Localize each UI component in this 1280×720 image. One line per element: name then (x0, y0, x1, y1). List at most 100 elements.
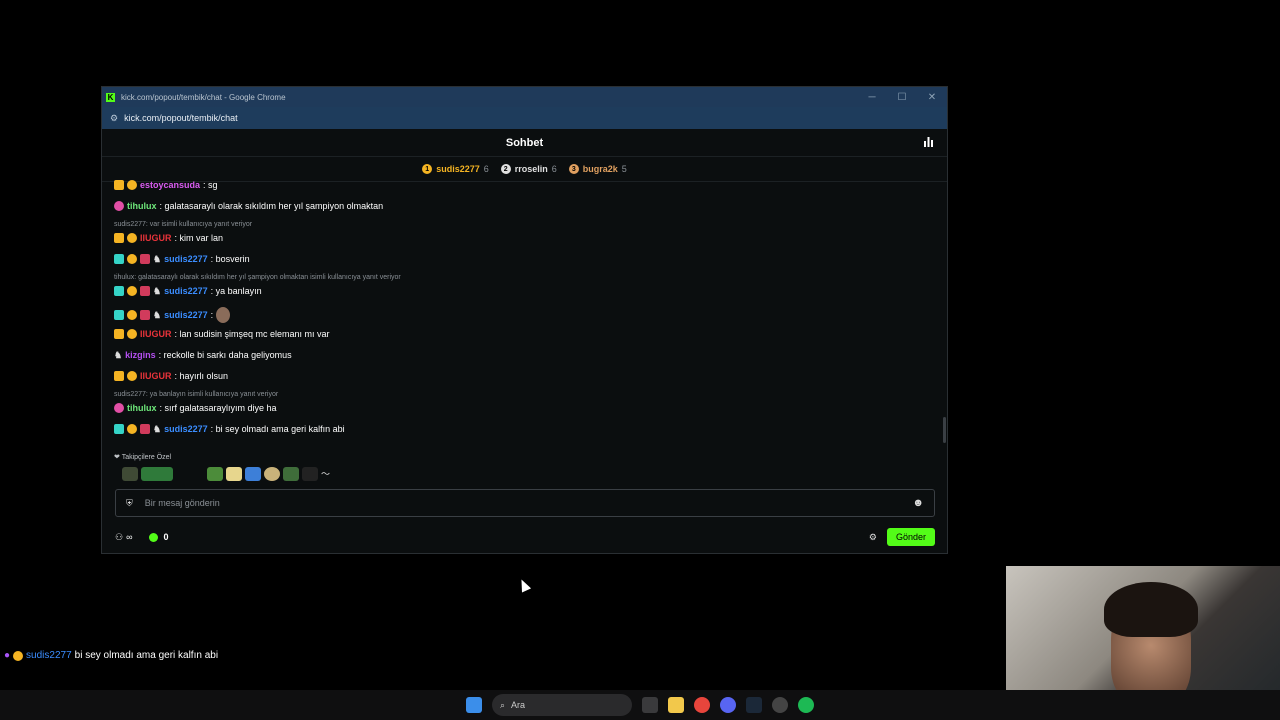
crown-badge-icon (114, 180, 124, 190)
chat-message[interactable]: IIUGUR: lan sudisin şimşeq mc elemanı mı… (114, 329, 330, 339)
windows-start-icon[interactable] (466, 697, 482, 713)
spotify-icon[interactable] (798, 697, 814, 713)
moderator-badge-icon: ♞ (114, 350, 123, 360)
chat-message[interactable]: ♞ sudis2277: bi sey olmadı ama geri kalf… (114, 424, 345, 434)
steam-icon[interactable] (746, 697, 762, 713)
chat-input[interactable] (142, 497, 913, 509)
coin-badge-icon (127, 254, 137, 264)
settings-gear-icon[interactable]: ⚙ (869, 532, 877, 543)
username[interactable]: IIUGUR (140, 329, 172, 339)
crown-badge-icon (114, 329, 124, 339)
reply-context: tihulux: galatasaraylı olarak sıkıldım h… (114, 274, 401, 281)
file-explorer-icon[interactable] (668, 697, 684, 713)
coin-badge-icon (13, 650, 24, 661)
window-title: kick.com/popout/tembik/chat - Google Chr… (121, 92, 286, 102)
chrome-icon[interactable] (694, 697, 710, 713)
subscriber-badge-icon (114, 286, 124, 296)
gifter-name: bugra2k (582, 164, 618, 174)
browser-window: K kick.com/popout/tembik/chat - Google C… (101, 86, 948, 554)
search-label: Ara (511, 700, 526, 710)
username[interactable]: sudis2277 (164, 310, 208, 320)
subscriber-badge-icon (114, 310, 124, 320)
subscriber-badge-icon (114, 403, 124, 413)
message-text: : ya banlayın (210, 286, 262, 296)
discord-icon[interactable] (720, 697, 736, 713)
title-bar: K kick.com/popout/tembik/chat - Google C… (102, 87, 947, 107)
message-text: : galatasaraylı olarak sıkıldım her yıl … (159, 201, 384, 211)
gifter-3[interactable]: 3 bugra2k 5 (568, 164, 627, 174)
gifter-2[interactable]: 2 rroselin 6 (500, 164, 557, 174)
username[interactable]: sudis2277 (164, 286, 208, 296)
emote[interactable] (302, 467, 318, 481)
emote-face (216, 307, 231, 323)
stream-chat-overlay: ● sudis2277 bi sey olmadı ama geri kalfı… (4, 650, 218, 661)
gift-badge-icon (140, 310, 150, 320)
emote[interactable]: 〜 (321, 467, 337, 481)
emote[interactable] (122, 467, 138, 481)
chat-message[interactable]: IIUGUR: kim var lan (114, 233, 223, 243)
username[interactable]: tihulux (127, 403, 157, 413)
sub-badge-icon: ● (4, 650, 11, 661)
chat-message[interactable]: ♞ sudis2277: ya banlayın (114, 286, 262, 296)
username[interactable]: tihulux (127, 201, 157, 211)
moderator-badge-icon: ♞ (153, 424, 162, 434)
emoji-icon[interactable]: ☻ (912, 497, 924, 509)
user-list-icon[interactable] (924, 137, 933, 147)
medal-icon: 3 (568, 164, 579, 174)
username[interactable]: estoycansuda (140, 180, 200, 190)
site-settings-icon[interactable]: ⚙ (110, 113, 118, 124)
moderator-badge-icon: ♞ (153, 254, 162, 264)
gift-badge-icon (140, 286, 150, 296)
reply-context: sudis2277: ya banlayın isimli kullanıcıy… (114, 391, 279, 398)
username[interactable]: sudis2277 (164, 424, 208, 434)
app-icon[interactable] (772, 697, 788, 713)
search-icon: ⌕ (500, 699, 506, 710)
chat-message[interactable]: estoycansuda: sg (114, 180, 218, 190)
medal-icon: 1 (422, 164, 433, 174)
chat-message[interactable]: tihulux: galatasaraylı olarak sıkıldım h… (114, 201, 383, 211)
gifter-1[interactable]: 1 sudis2277 6 (422, 164, 489, 174)
message-text: : sg (203, 180, 218, 190)
chat-title: Sohbet (505, 136, 544, 149)
username[interactable]: kizgins (125, 350, 156, 360)
reply-context: sudis2277: var isimli kullanıcıya yanıt … (114, 221, 253, 228)
points-count: 0 (163, 532, 169, 542)
follower-label-text: Takipçilere Özel (121, 454, 172, 461)
coin-badge-icon (127, 180, 137, 190)
address-bar[interactable]: ⚙ kick.com/popout/tembik/chat (102, 107, 947, 129)
url-text[interactable]: kick.com/popout/tembik/chat (124, 113, 238, 123)
emote[interactable] (283, 467, 299, 481)
chat-message[interactable]: ♞ sudis2277: bosverin (114, 254, 250, 264)
moderator-badge-icon: ♞ (153, 310, 162, 320)
chat-message[interactable]: ♞ kizgins: reckolle bi sarkı daha geliyo… (114, 350, 292, 360)
close-icon[interactable]: ✕ (917, 92, 947, 103)
chat-message[interactable]: IIUGUR: hayırlı olsun (114, 371, 228, 381)
chat-message[interactable]: ♞ sudis2277: (114, 307, 231, 323)
emote[interactable] (264, 467, 280, 481)
people-icon: ⚇ (115, 531, 124, 542)
send-button[interactable]: Gönder (886, 528, 935, 546)
username[interactable]: IIUGUR (140, 371, 172, 381)
kick-points-icon[interactable] (148, 532, 158, 542)
message-text: : hayırlı olsun (174, 371, 229, 381)
chat-input-box[interactable]: ⛨ ☻ (115, 489, 935, 517)
username[interactable]: sudis2277 (164, 254, 208, 264)
minimize-icon[interactable]: ─ (857, 92, 887, 103)
username[interactable]: IIUGUR (140, 233, 172, 243)
emote[interactable] (207, 467, 223, 481)
chat-message[interactable]: tihulux: sırf galatasaraylıyım diye ha (114, 403, 277, 413)
taskbar-search[interactable]: ⌕ Ara (492, 694, 632, 716)
chat-scrollbar[interactable] (943, 417, 946, 443)
emote[interactable] (176, 467, 204, 481)
crown-badge-icon (114, 233, 124, 243)
emote[interactable] (141, 467, 173, 481)
emote[interactable] (226, 467, 242, 481)
coin-badge-icon (127, 286, 137, 296)
overlay-username: sudis2277 (26, 650, 72, 661)
kick-logo-icon: K (106, 92, 115, 102)
gift-badge-icon (140, 254, 150, 264)
maximize-icon[interactable]: ☐ (887, 92, 917, 103)
follower-emotes-label: ❤ Takipçilere Özel (114, 453, 171, 461)
task-view-icon[interactable] (642, 697, 658, 713)
emote[interactable] (245, 467, 261, 481)
